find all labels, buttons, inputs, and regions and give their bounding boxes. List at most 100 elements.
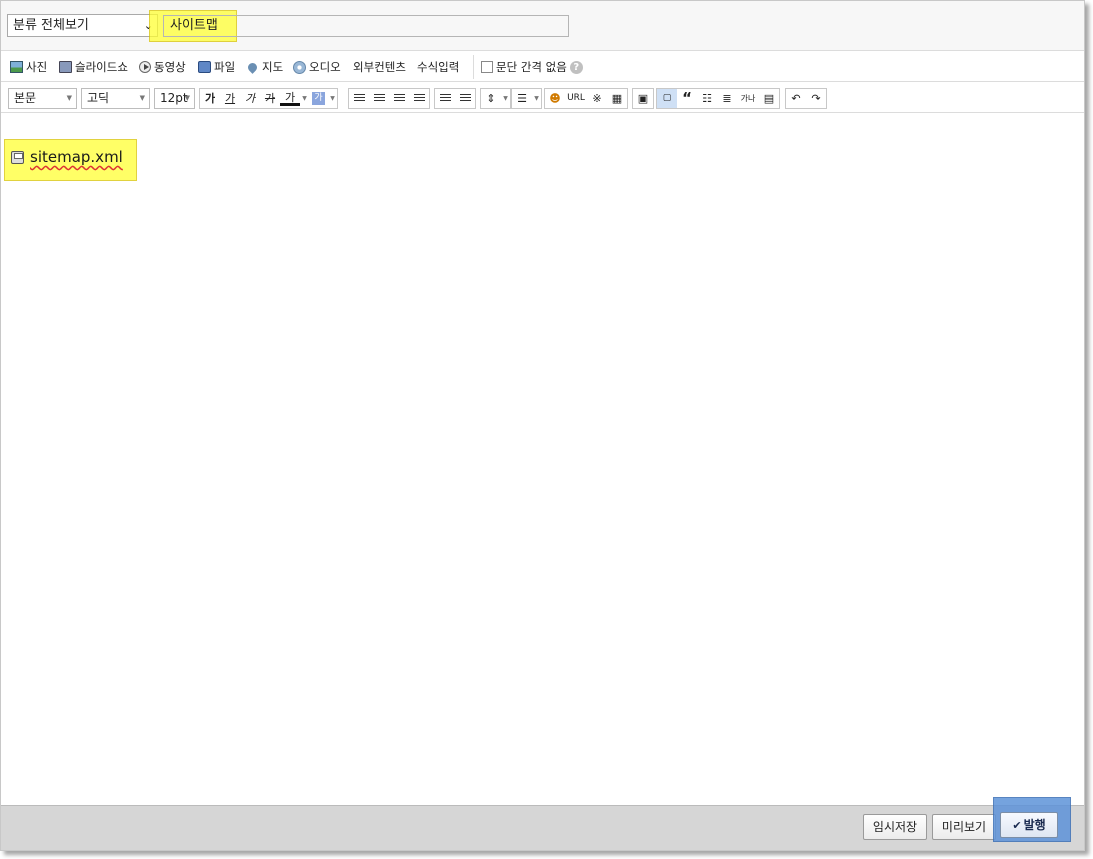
publish-label: 발행: [1023, 818, 1046, 832]
audio-icon: [293, 60, 306, 74]
file-icon: [198, 61, 211, 73]
insert-group: ☻ URL ※ ▦: [544, 88, 628, 109]
no-paragraph-spacing-label: 문단 간격 없음: [496, 60, 567, 74]
attach-photo-label: 사진: [26, 60, 48, 74]
table-button[interactable]: ▦: [607, 89, 627, 108]
emoticon-button[interactable]: ☻: [545, 89, 565, 108]
text-box-button[interactable]: ▢: [657, 89, 677, 108]
caret-down-icon: ▼: [66, 94, 72, 102]
map-pin-icon: [246, 60, 259, 74]
align-center-icon: [373, 94, 385, 103]
attach-slideshow-button[interactable]: 슬라이드쇼: [59, 59, 128, 75]
font-color-button[interactable]: 가: [280, 89, 300, 106]
attachment-toolbar: 사진 슬라이드쇼 동영상 파일 지도 오디오 외부컨텐츠 수식입력 문단 간격 …: [1, 52, 1084, 82]
attach-map-label: 지도: [262, 60, 284, 74]
paragraph-style-select[interactable]: 본문 ▼: [8, 88, 77, 109]
html-mode-button[interactable]: ▤: [759, 89, 779, 108]
align-center-button[interactable]: [369, 89, 389, 108]
no-paragraph-spacing-option[interactable]: 문단 간격 없음 ?: [481, 59, 583, 75]
align-left-button[interactable]: [349, 89, 369, 108]
indent-icon: [439, 94, 451, 103]
font-family-select[interactable]: 고딕 ▼: [81, 88, 150, 109]
attach-map-button[interactable]: 지도: [246, 59, 283, 75]
layout-icon: ▣: [637, 92, 649, 105]
attached-file-link[interactable]: sitemap.xml: [11, 148, 123, 166]
outdent-icon: [459, 94, 471, 103]
list-button[interactable]: ☰: [512, 89, 532, 108]
align-group: [348, 88, 430, 109]
attach-file-label: 파일: [214, 60, 236, 74]
reference-button[interactable]: ※: [587, 89, 607, 108]
attach-file-button[interactable]: 파일: [198, 59, 235, 75]
caret-down-icon: ▼: [184, 94, 190, 102]
layout-group: ▣: [632, 88, 654, 109]
undo-button[interactable]: ↶: [786, 89, 806, 108]
indent-button[interactable]: [435, 89, 455, 108]
footer-bar: 임시저장 미리보기: [1, 805, 1084, 850]
align-left-icon: [353, 94, 365, 103]
list-group: ☰ ▼: [511, 88, 542, 109]
more-button[interactable]: ≣: [717, 89, 737, 108]
category-select-value: 분류 전체보기: [13, 18, 89, 33]
attach-video-button[interactable]: 동영상: [139, 59, 186, 75]
no-paragraph-spacing-checkbox[interactable]: [481, 61, 493, 73]
attached-file-name: sitemap.xml: [30, 148, 123, 166]
video-icon: [139, 61, 151, 73]
align-justify-button[interactable]: [409, 89, 429, 108]
slideshow-icon: [59, 61, 72, 73]
undo-icon: ↶: [791, 92, 801, 105]
divider-line-button[interactable]: ☷: [697, 89, 717, 108]
attach-photo-button[interactable]: 사진: [10, 59, 47, 75]
line-height-dropdown-icon[interactable]: ▼: [501, 89, 510, 108]
attach-audio-label: 오디오: [309, 60, 341, 74]
help-icon[interactable]: ?: [569, 60, 583, 74]
align-right-icon: [393, 94, 405, 103]
indent-group: [434, 88, 476, 109]
strikethrough-button[interactable]: 가: [260, 89, 280, 108]
attach-audio-button[interactable]: 오디오: [293, 59, 341, 75]
font-size-value: 12pt: [160, 91, 188, 105]
preview-button[interactable]: 미리보기: [932, 814, 996, 840]
align-right-button[interactable]: [389, 89, 409, 108]
publish-button[interactable]: ✔ 발행: [1000, 812, 1058, 838]
category-select[interactable]: 분류 전체보기 ⌄: [7, 14, 158, 37]
editor-content-area[interactable]: sitemap.xml: [1, 114, 1084, 805]
list-dropdown-icon[interactable]: ▼: [532, 89, 541, 108]
background-color-button[interactable]: 가: [312, 92, 325, 105]
bold-button[interactable]: 가: [200, 89, 220, 108]
title-input[interactable]: 사이트맵: [163, 15, 569, 37]
layout-button[interactable]: ▣: [633, 89, 653, 108]
line-height-button[interactable]: ⇕: [481, 89, 501, 108]
font-color-dropdown-icon[interactable]: ▼: [300, 89, 309, 108]
attach-external-content-button[interactable]: 외부컨텐츠: [353, 59, 406, 75]
font-size-select[interactable]: 12pt ▼: [154, 88, 195, 109]
attach-external-content-label: 외부컨텐츠: [353, 60, 406, 74]
url-button[interactable]: URL: [565, 89, 587, 108]
title-input-value: 사이트맵: [170, 18, 218, 33]
toolbar-divider: [473, 55, 474, 79]
save-draft-button[interactable]: 임시저장: [863, 814, 927, 840]
attach-formula-label: 수식입력: [417, 60, 460, 74]
attach-video-label: 동영상: [154, 60, 186, 74]
quote-button[interactable]: “: [677, 89, 697, 108]
text-box-icon: ▢: [662, 93, 672, 103]
caret-down-icon: ▼: [139, 94, 145, 102]
superscript-button[interactable]: 가나: [737, 89, 759, 108]
text-style-group: 가 가 가 가 가 ▼ 가 ▼: [199, 88, 338, 109]
smiley-icon: ☻: [549, 92, 561, 105]
history-group: ↶ ↷: [785, 88, 827, 109]
block-group: ▢ “ ☷ ≣ 가나 ▤: [656, 88, 780, 109]
outdent-button[interactable]: [455, 89, 475, 108]
editor-window: 분류 전체보기 ⌄ 사이트맵 사진 슬라이드쇼 동영상 파일 지도: [0, 0, 1085, 851]
divider-line-icon: ☷: [702, 92, 712, 105]
align-justify-icon: [413, 94, 425, 103]
html-mode-icon: ▤: [763, 92, 775, 105]
background-color-dropdown-icon[interactable]: ▼: [328, 89, 337, 108]
redo-button[interactable]: ↷: [806, 89, 826, 108]
underline-button[interactable]: 가: [220, 89, 240, 108]
redo-icon: ↷: [811, 92, 821, 105]
attach-formula-button[interactable]: 수식입력: [417, 59, 459, 75]
line-height-group: ⇕ ▼: [480, 88, 511, 109]
italic-button[interactable]: 가: [240, 89, 260, 108]
paragraph-style-value: 본문: [14, 91, 37, 105]
